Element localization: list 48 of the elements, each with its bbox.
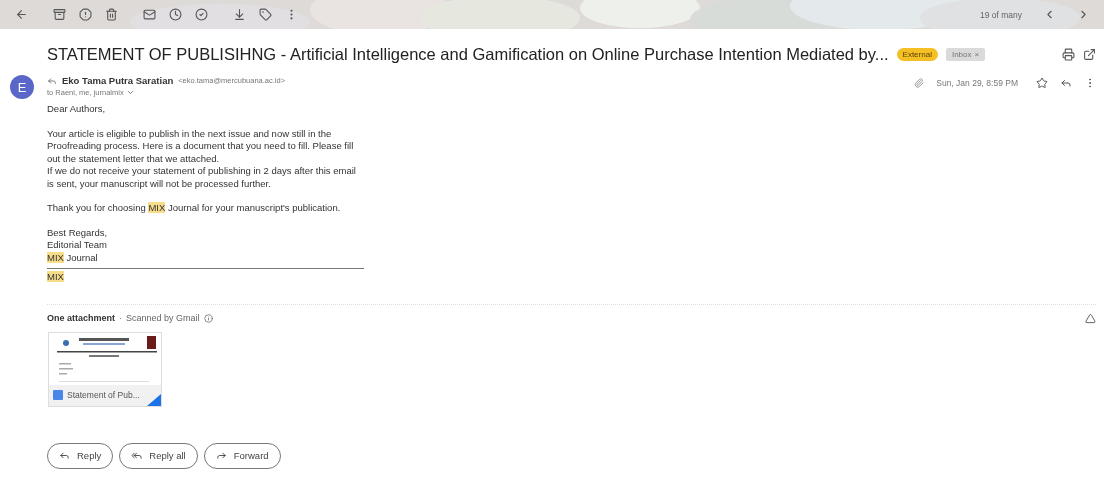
reply-all-button[interactable]: Reply all bbox=[119, 442, 198, 469]
body-text: Dear Authors, bbox=[47, 103, 106, 116]
body-text: MIX Journal bbox=[47, 251, 98, 264]
body-text: Your article is eligible to publish in the next issue and now still in the bbox=[47, 127, 332, 140]
sender-avatar: E bbox=[10, 75, 34, 99]
clock-icon bbox=[168, 8, 182, 21]
file-name: Statement of Pub... bbox=[67, 390, 140, 400]
tag-icon bbox=[258, 8, 272, 21]
email-subject: STATEMENT OF PUBLISIHNG - Artificial Intelligence and Gamification on Online Purchase Intention Mediated by... bbox=[47, 44, 889, 64]
forward-button[interactable]: Forward bbox=[203, 442, 281, 469]
reply-all-icon bbox=[131, 450, 143, 461]
body-text: Best Regards, bbox=[47, 226, 108, 239]
message-counter: 19 of many bbox=[979, 9, 1022, 20]
corner-fold-icon bbox=[147, 393, 161, 406]
body-text: out the statement letter that we attached. bbox=[47, 152, 220, 165]
paperclip-icon bbox=[914, 78, 925, 88]
body-text: Proofreading process. Here is a document that you need to fill. Please fill bbox=[47, 140, 354, 153]
separator-dot: · bbox=[119, 313, 122, 323]
back-icon bbox=[14, 8, 28, 21]
attachment-title: One attachment bbox=[47, 313, 115, 323]
reply-button[interactable]: Reply bbox=[47, 442, 114, 469]
forward-icon bbox=[215, 450, 227, 461]
triangle-icon[interactable] bbox=[1085, 312, 1096, 324]
move-icon bbox=[232, 8, 246, 21]
document-icon bbox=[53, 390, 63, 400]
caret-icon[interactable] bbox=[125, 88, 135, 97]
reply-icon bbox=[59, 450, 70, 461]
check-circle-icon bbox=[194, 8, 208, 21]
star-icon[interactable] bbox=[1036, 77, 1048, 89]
scan-note: Scanned by Gmail bbox=[126, 313, 200, 323]
new-window-icon[interactable] bbox=[1083, 47, 1096, 61]
info-icon[interactable] bbox=[203, 313, 213, 323]
report-icon bbox=[78, 8, 92, 21]
body-text: If we do not receive your statement of publishing in 2 days after this email bbox=[47, 165, 356, 178]
body-text: is sent, your manuscript will not be processed further. bbox=[47, 177, 271, 190]
body-text: Thank you for choosing MIX Journal for your manuscript's publication. bbox=[47, 202, 341, 215]
archive-icon bbox=[52, 8, 66, 21]
mail-icon bbox=[142, 8, 156, 21]
label-chip[interactable]: External bbox=[896, 47, 938, 61]
delete-icon bbox=[104, 8, 118, 21]
body-text: Editorial Team bbox=[47, 239, 108, 252]
attachment-card[interactable]: Statement of Pub... bbox=[48, 331, 162, 407]
sender-name: Eko Tama Putra Saratian bbox=[62, 75, 174, 86]
reply-icon bbox=[47, 75, 57, 86]
reply-icon[interactable] bbox=[1060, 77, 1072, 89]
signature-text: MIX bbox=[47, 271, 65, 284]
print-icon[interactable] bbox=[1062, 47, 1075, 61]
message-date: Sun, Jan 29, 8:59 PM bbox=[936, 78, 1018, 88]
